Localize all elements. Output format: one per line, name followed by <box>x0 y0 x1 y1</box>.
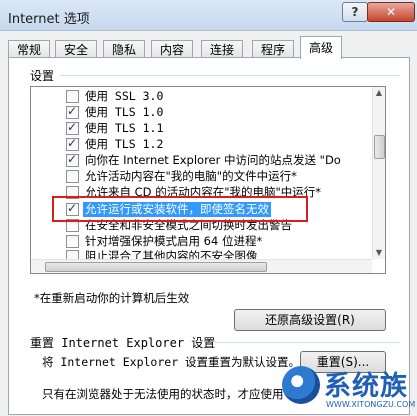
setting-label: 允许活动内容在"我的电脑"的文件中运行* <box>85 169 297 183</box>
scroll-thumb[interactable] <box>374 135 385 159</box>
setting-checkbox[interactable] <box>66 219 79 232</box>
setting-item[interactable]: 使用 SSL 3.0 <box>31 89 373 105</box>
reset-group-divider <box>214 342 400 343</box>
setting-item[interactable]: 在安全和非安全模式之间切换时发出警告 <box>31 218 373 234</box>
watermark-url: WWW.XITONGZU.COM <box>326 400 416 409</box>
close-button[interactable]: ✕ <box>367 2 415 22</box>
setting-label: 针对增强保护模式启用 64 位进程* <box>85 234 263 248</box>
setting-label: 使用 TLS 1.2 <box>85 137 164 151</box>
setting-item-selected[interactable]: 允许运行或安装软件，即使签名无效 <box>31 201 373 218</box>
setting-label: 允许运行或安装软件，即使签名无效 <box>83 202 271 217</box>
setting-checkbox[interactable] <box>66 90 79 103</box>
window-title: Internet 选项 <box>8 12 90 27</box>
setting-checkbox[interactable] <box>66 186 79 199</box>
settings-group-label: 设置 <box>30 69 55 83</box>
setting-checkbox[interactable] <box>66 136 79 151</box>
setting-label: 允许来自 CD 的活动内容在"我的电脑"中运行* <box>85 185 322 199</box>
settings-tree[interactable]: 使用 SSL 3.0 使用 TLS 1.0 使用 TLS 1.1 使用 TLS … <box>30 86 386 274</box>
setting-label: 使用 TLS 1.0 <box>85 105 164 119</box>
setting-label: 使用 SSL 3.0 <box>85 89 164 103</box>
setting-label: 使用 TLS 1.1 <box>85 121 164 135</box>
setting-checkbox[interactable] <box>66 201 79 216</box>
setting-item[interactable]: 使用 TLS 1.1 <box>31 120 373 137</box>
setting-label: 在安全和非安全模式之间切换时发出警告 <box>85 218 292 232</box>
horizontal-scroll-thumb[interactable] <box>45 262 267 272</box>
vertical-scrollbar[interactable]: ▲ ▼ <box>372 87 385 259</box>
setting-item[interactable]: 使用 TLS 1.0 <box>31 104 373 121</box>
site-watermark: 系统族 WWW.XITONGZU.COM <box>282 360 417 416</box>
setting-checkbox[interactable] <box>66 120 79 135</box>
tab-strip: 常规 安全 隐私 内容 连接 程序 高级 <box>8 36 408 59</box>
restart-note: *在重新启动你的计算机后生效 <box>34 291 190 305</box>
restore-advanced-settings-button[interactable]: 还原高级设置(R) <box>234 309 386 331</box>
horizontal-scrollbar[interactable] <box>31 259 372 273</box>
watermark-text: 系统族 <box>324 371 408 402</box>
scroll-up-icon[interactable]: ▲ <box>373 87 385 99</box>
setting-item[interactable]: 允许来自 CD 的活动内容在"我的电脑"中运行* <box>31 185 373 201</box>
setting-label: 向你在 Internet Explorer 中访问的站点发送 "Do <box>85 153 341 167</box>
setting-item[interactable]: 使用 TLS 1.2 <box>31 136 373 153</box>
setting-checkbox[interactable] <box>66 104 79 119</box>
setting-item[interactable]: 针对增强保护模式启用 64 位进程* <box>31 234 373 250</box>
settings-group-divider <box>60 75 400 76</box>
setting-checkbox[interactable] <box>66 170 79 183</box>
setting-item[interactable]: 向你在 Internet Explorer 中访问的站点发送 "Do <box>31 152 373 169</box>
setting-item[interactable]: 允许活动内容在"我的电脑"的文件中运行* <box>31 169 373 185</box>
watermark-logo-icon <box>282 366 320 404</box>
reset-group-label: 重置 Internet Explorer 设置 <box>30 336 216 350</box>
help-button[interactable]: ? <box>342 2 368 22</box>
reset-footer-note: 只有在浏览器处于无法使用的状态时，才应使用 <box>42 387 284 401</box>
setting-checkbox[interactable] <box>66 235 79 248</box>
reset-description: 将 Internet Explorer 设置重置为默认设置。 <box>42 355 301 369</box>
scroll-down-icon[interactable]: ▼ <box>373 247 385 259</box>
setting-checkbox[interactable] <box>66 152 79 167</box>
tab-advanced[interactable]: 高级 <box>300 36 343 59</box>
title-bar: Internet 选项 ? ✕ <box>0 0 417 31</box>
